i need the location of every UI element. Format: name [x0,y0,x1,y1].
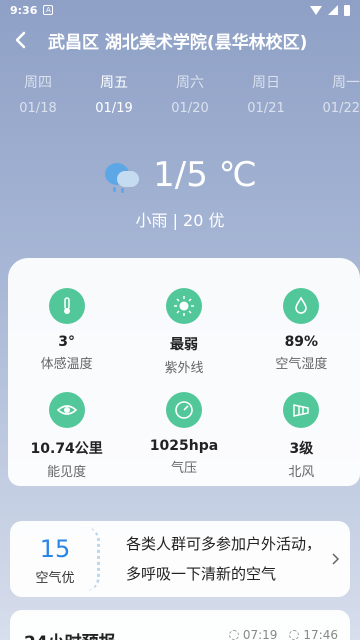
windsock-icon [283,392,320,428]
sunset-icon [289,630,300,640]
gauge-icon [165,392,202,428]
day-selector: 周四 01/18 周五 01/19 周六 01/20 周日 01/21 周一 0… [0,72,360,122]
hourly-forecast-card: 24小时预报 07:19 17:46 [10,610,350,640]
day-date: 01/20 [171,101,209,116]
day-tab[interactable]: 周一 01/22 [304,72,360,122]
detail-label: 能见度 [47,465,87,480]
detail-label: 气压 [170,461,197,476]
sunset-time: 17:46 [303,628,338,640]
day-date: 01/19 [95,101,133,116]
aqi-ring-decoration [86,527,100,591]
day-weekday: 周一 [332,75,360,91]
detail-pressure: 1025hpa 气压 [125,392,242,480]
day-date: 01/21 [247,101,285,116]
thermometer-icon [48,288,85,324]
detail-visibility: 10.74公里 能见度 [8,392,125,480]
status-bar: 9:36 A [0,0,360,20]
back-button[interactable] [0,22,40,58]
day-weekday: 周四 [24,75,52,91]
day-tab[interactable]: 周日 01/21 [228,72,304,122]
aqi-summary: 15 空气优 [10,521,100,597]
sunrise-icon [228,630,239,640]
detail-uv: 最弱 紫外线 [125,288,242,376]
eye-icon [48,392,85,428]
detail-value: 89% [284,334,319,350]
detail-humidity: 89% 空气湿度 [243,288,360,376]
header: 武昌区 湖北美术学院(昙华林校区) [0,22,360,58]
hourly-title: 24小时预报 [24,628,116,640]
detail-value: 10.74公里 [30,441,103,457]
day-date: 01/22 [322,101,360,116]
detail-value: 3级 [289,441,314,457]
day-weekday: 周六 [176,75,204,91]
status-time: 9:36 [10,3,38,17]
current-weather: 1/5 ℃ 小雨 | 20 优 [0,155,360,231]
detail-label: 空气湿度 [275,357,328,372]
light-rain-icon [103,157,143,193]
day-weekday: 周日 [252,75,280,91]
battery-icon [344,4,350,16]
sun-icon [165,288,202,324]
air-quality-card[interactable]: 15 空气优 各类人群可多参加户外活动，多呼吸一下清新的空气 [10,521,350,597]
detail-feels-like: 3° 体感温度 [8,288,125,376]
detail-wind: 3级 北风 [243,392,360,480]
wifi-icon [310,5,322,15]
signal-icon [328,5,338,15]
current-temperature: 1/5 ℃ [153,155,257,195]
detail-label: 体感温度 [40,357,93,372]
detail-label: 紫外线 [164,361,204,376]
chevron-right-icon [322,553,350,565]
day-tab[interactable]: 周六 01/20 [152,72,228,122]
droplet-icon [283,288,320,324]
current-description: 小雨 | 20 优 [135,211,225,230]
back-arrow-icon [15,31,26,49]
sun-times: 07:19 17:46 [228,628,338,640]
aqi-advice: 各类人群可多参加户外活动，多呼吸一下清新的空气 [126,535,322,583]
detail-value: 1025hpa [149,438,219,454]
day-date: 01/18 [19,101,57,116]
detail-value: 3° [58,334,76,350]
notification-icon: A [43,5,54,15]
status-icons [310,4,350,16]
detail-label: 北风 [288,465,315,480]
detail-value: 最弱 [169,337,198,353]
day-weekday: 周五 [100,75,128,91]
weather-details-card: 3° 体感温度 最弱 紫外线 89% 空气湿度 10.74公里 能见度 1025… [8,258,360,486]
page-title: 武昌区 湖北美术学院(昙华林校区) [48,32,308,53]
sunrise-time: 07:19 [242,628,278,640]
day-tab-active[interactable]: 周五 01/19 [76,72,152,122]
day-tab[interactable]: 周四 01/18 [0,72,76,122]
